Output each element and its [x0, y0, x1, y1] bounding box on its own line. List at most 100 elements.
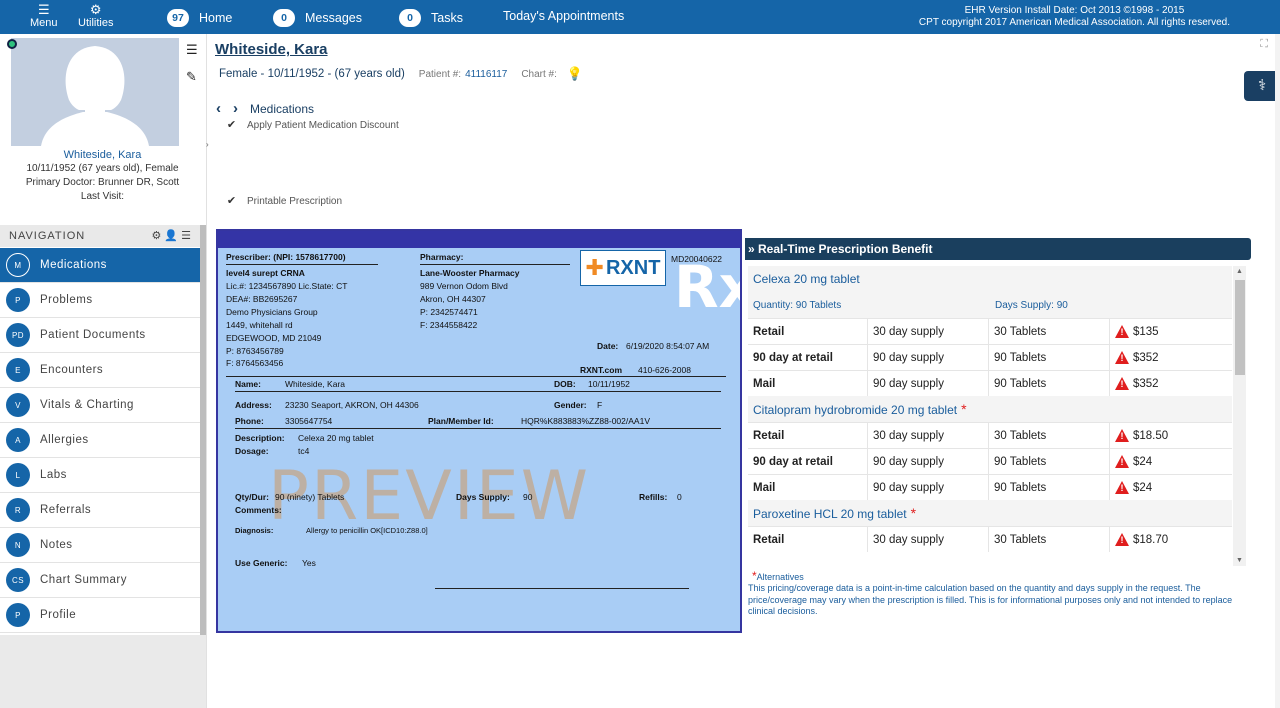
rx-underline [226, 264, 378, 265]
utilities-label: Utilities [78, 17, 114, 29]
scrollbar-thumb[interactable] [1235, 280, 1245, 375]
printable-rx-label: Printable Prescription [247, 196, 343, 207]
nav-item-chart-summary[interactable]: CS Chart Summary [0, 563, 200, 598]
appointments-label: Today's Appointments [503, 9, 625, 23]
nav-badge: M [6, 253, 30, 277]
supply: 30 day supply [868, 423, 989, 448]
quantity: 30 Tablets [989, 319, 1110, 344]
page-scrollbar[interactable] [1275, 34, 1280, 708]
navigation-list: M Medications P Problems PD Patient Documen… [0, 248, 200, 633]
pharmacy-type: Retail [748, 319, 868, 344]
price: $24 [1133, 481, 1153, 494]
price-cell: ! $352 [1110, 345, 1232, 370]
rx-plan-value: HQR%K883883%ZZ88-002/AA1V [521, 416, 650, 426]
medications-title: Medications [250, 101, 315, 116]
printable-rx-checkbox[interactable]: ✔ Printable Prescription [225, 195, 342, 208]
nav-item-profile[interactable]: P Profile [0, 598, 200, 633]
messages-link[interactable]: 0 Messages [273, 9, 362, 27]
nav-item-problems[interactable]: P Problems [0, 283, 200, 318]
warning-icon: ! [1115, 377, 1129, 390]
patient-info: Whiteside, Kara 10/11/1952 (67 years old… [0, 148, 205, 204]
tasks-count-badge: 0 [399, 9, 421, 27]
quantity: 90 Tablets [989, 345, 1110, 370]
rx-divider [235, 391, 721, 392]
collapse-sidebar-icon[interactable]: › [206, 140, 209, 149]
price: $352 [1133, 351, 1159, 364]
sidebar-empty-area [0, 635, 206, 708]
supply: 90 day supply [868, 449, 989, 474]
user-icon[interactable]: 👤 [164, 230, 181, 242]
quantity: 90 Tablets [989, 475, 1110, 500]
rx-qty-label: Qty/Dur: [235, 492, 269, 502]
rtpb-header[interactable]: » Real-Time Prescription Benefit [745, 238, 1251, 260]
rx-dea: DEA#: BB2695267 [226, 294, 298, 304]
patient-number: 41116117 [465, 68, 508, 80]
table-row: Retail 30 day supply 30 Tablets ! $18.70 [748, 526, 1232, 552]
nav-badge: R [6, 498, 30, 522]
nav-label: Notes [40, 539, 73, 551]
nav-item-notes[interactable]: N Notes [0, 528, 200, 563]
gear-icon[interactable]: ⚙ [152, 230, 165, 242]
rx-diag-label: Diagnosis: [235, 526, 274, 535]
apply-discount-checkbox[interactable]: ✔ Apply Patient Medication Discount [225, 119, 399, 132]
utilities-button[interactable]: ⚙ Utilities [78, 3, 114, 30]
nav-badge: A [6, 428, 30, 452]
warning-icon: ! [1115, 351, 1129, 364]
pharmacy-type: Mail [748, 371, 868, 396]
nav-item-medications[interactable]: M Medications [0, 248, 200, 283]
lightbulb-icon[interactable]: 💡 [567, 66, 583, 82]
rx-pharmacy-fax: F: 2344558422 [420, 320, 478, 330]
expand-icon[interactable]: ⛶ [1260, 38, 1268, 51]
menu-button[interactable]: ☰ Menu [30, 2, 58, 30]
rx-symbol: Rx [674, 253, 740, 321]
chevron-left-icon[interactable]: ‹ [216, 100, 221, 117]
appointments-link[interactable]: Today's Appointments [503, 9, 624, 23]
nav-item-vitals-charting[interactable]: V Vitals & Charting [0, 388, 200, 423]
rx-underline [420, 264, 570, 265]
nav-label: Allergies [40, 434, 89, 446]
quantity: 30 Tablets [989, 423, 1110, 448]
rtpb-scrollbar[interactable]: ▲ ▼ [1233, 266, 1246, 566]
hamburger-icon: ☰ [37, 2, 50, 17]
alternative-star-icon: * [961, 401, 967, 417]
navigation-title: NAVIGATION [9, 230, 86, 242]
price-cell: ! $135 [1110, 319, 1232, 344]
rx-phone-label: Phone: [235, 416, 264, 426]
version-line: EHR Version Install Date: Oct 2013 ©1998… [964, 5, 1185, 16]
rx-prescriber-name: level4 surept CRNA [226, 268, 305, 278]
rx-pharmacy-name: Lane-Wooster Pharmacy [420, 268, 520, 278]
rx-phone: P: 8763456789 [226, 346, 284, 356]
price: $352 [1133, 377, 1159, 390]
nav-item-labs[interactable]: L Labs [0, 458, 200, 493]
nav-badge: P [6, 603, 30, 627]
chevron-right-icon[interactable]: › [233, 100, 238, 117]
nav-label: Profile [40, 609, 77, 621]
quantity: 90 Tablets [989, 449, 1110, 474]
scroll-down-icon[interactable]: ▼ [1236, 557, 1243, 564]
patient-number-label: Patient #: [418, 68, 462, 80]
home-link[interactable]: 97 Home [167, 9, 232, 27]
nav-badge: PD [6, 323, 30, 347]
edit-icon[interactable]: ✎ [186, 69, 198, 85]
tasks-link[interactable]: 0 Tasks [399, 9, 463, 27]
rx-gender-value: F [597, 400, 603, 410]
list-icon[interactable]: ☰ [186, 42, 198, 58]
drug-name: Citalopram hydrobromide 20 mg tablet * [748, 396, 1232, 422]
price-cell: ! $18.70 [1110, 527, 1232, 552]
nav-item-encounters[interactable]: E Encounters [0, 353, 200, 388]
list-icon[interactable]: ☰ [181, 230, 194, 242]
patient-tools: ☰ ✎ [186, 42, 198, 85]
nav-label: Patient Documents [40, 329, 146, 341]
nav-item-referrals[interactable]: R Referrals [0, 493, 200, 528]
copyright-line: CPT copyright 2017 American Medical Asso… [918, 17, 1230, 28]
nav-badge: N [6, 533, 30, 557]
scroll-up-icon[interactable]: ▲ [1236, 268, 1243, 275]
drug-days-supply: Days Supply: 90 [995, 299, 1068, 311]
patient-header-name[interactable]: Whiteside, Kara [215, 41, 328, 58]
nav-item-patient-documents[interactable]: PD Patient Documents [0, 318, 200, 353]
patient-name-link[interactable]: Whiteside, Kara [0, 148, 205, 162]
price-cell: ! $24 [1110, 475, 1232, 500]
nav-item-allergies[interactable]: A Allergies [0, 423, 200, 458]
rx-comments-label: Comments: [235, 505, 282, 515]
table-row: 90 day at retail 90 day supply 90 Tablet… [748, 344, 1232, 370]
